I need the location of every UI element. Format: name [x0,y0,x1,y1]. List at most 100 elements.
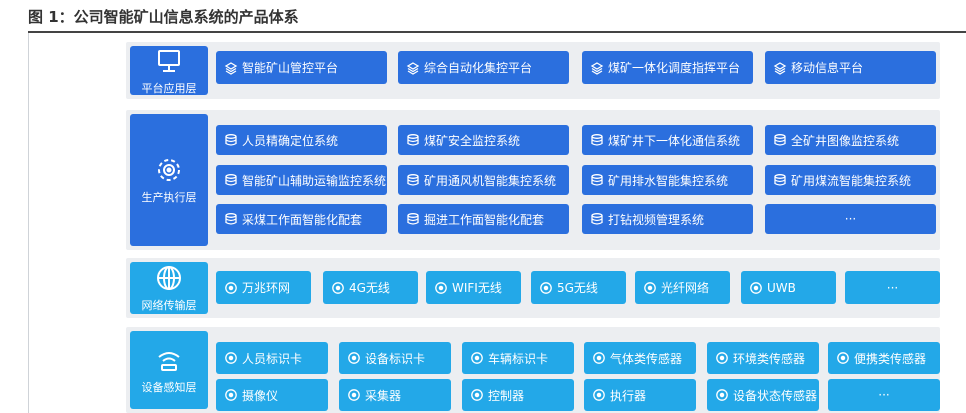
layers-icon [590,61,608,75]
item-label: 综合自动化集控平台 [424,61,533,75]
layer-label-text: 网络传输层 [141,299,197,312]
system-item: ··· [828,379,940,411]
wifi-sensor-icon [154,345,184,375]
item-label: 设备状态传感器 [733,388,818,403]
item-label: 采集器 [365,388,402,403]
system-item: 车辆标识卡 [462,342,574,374]
item-label: 煤矿井下一体化通信系统 [608,133,741,148]
item-label: 车辆标识卡 [488,351,549,366]
item-label: 执行器 [610,388,647,403]
item-label: 气体类传感器 [610,351,683,366]
item-label: 便携类传感器 [854,351,927,366]
network-icon [331,281,349,295]
network-icon [434,281,452,295]
system-item: 人员精确定位系统 [216,125,387,155]
item-label: 智能矿山辅助运输监控系统 [242,173,387,188]
item-label: 矿用通风机智能集控系统 [424,173,557,188]
more-ellipsis: ··· [878,388,890,402]
layer-label-text: 设备感知层 [141,381,197,394]
network-icon [224,281,242,295]
layer-panel: 平台应用层 智能矿山管控平台 综合自动化集控平台 煤矿一体化调度指挥平台 移动信息平台 [126,42,940,99]
item-label: 移动信息平台 [791,61,864,75]
item-label: 采煤工作面智能化配套 [242,212,363,227]
item-label: 打钻视频管理系统 [608,212,705,227]
system-item: 便携类传感器 [828,342,940,374]
item-label: 煤矿一体化调度指挥平台 [608,61,741,75]
database-icon [406,173,424,187]
database-icon [406,133,424,147]
item-label: 矿用排水智能集控系统 [608,173,729,188]
sensor-icon [470,388,488,402]
system-item: 掘进工作面智能化配套 [398,204,569,234]
database-icon [773,133,791,147]
database-icon [224,212,242,226]
item-label: UWB [767,280,796,295]
left-border [28,33,29,413]
database-icon [590,212,608,226]
more-ellipsis: ··· [844,212,857,226]
layers-icon [224,61,242,75]
layer-label-text: 生产执行层 [141,191,197,204]
database-icon [406,212,424,226]
system-item: 设备标识卡 [339,342,451,374]
system-item: 煤矿井下一体化通信系统 [582,125,753,155]
layer-label: 设备感知层 [130,331,208,409]
system-item: 采集器 [339,379,451,411]
database-icon [224,173,242,187]
layers-icon [773,61,791,75]
system-item: 设备状态传感器 [707,379,819,411]
sensor-icon [592,388,610,402]
item-label: 矿用煤流智能集控系统 [791,173,912,188]
layer-label: 生产执行层 [130,114,208,246]
system-item: 环境类传感器 [707,342,819,374]
layer-panel: 网络传输层 万兆环网 4G无线 WIFI无线 5G无线 光纤网络 UWB ··· [126,258,940,318]
system-item: 气体类传感器 [584,342,696,374]
sensor-icon [836,351,854,365]
system-item: 执行器 [584,379,696,411]
item-label: 全矿井图像监控系统 [791,133,900,148]
system-item: 4G无线 [323,271,418,304]
more-ellipsis: ··· [886,280,899,295]
system-item: 光纤网络 [635,271,730,304]
gear-settings-icon [154,155,184,185]
title-divider [28,31,966,33]
item-label: 人员精确定位系统 [242,133,339,148]
system-item: 综合自动化集控平台 [398,51,569,84]
sensor-icon [715,351,733,365]
sensor-icon [715,388,733,402]
item-label: 掘进工作面智能化配套 [424,212,545,227]
sensor-icon [347,351,365,365]
item-label: WIFI无线 [452,281,502,295]
sensor-icon [592,351,610,365]
system-item: 打钻视频管理系统 [582,204,753,234]
item-label: 人员标识卡 [242,351,303,366]
layer-label-text: 平台应用层 [141,81,197,95]
network-icon [643,281,661,295]
system-item: 万兆环网 [216,271,311,304]
layer-label: 平台应用层 [130,46,208,95]
database-icon [590,173,608,187]
network-icon [539,281,557,295]
system-item: ··· [765,204,936,234]
system-item: 矿用通风机智能集控系统 [398,165,569,195]
system-item: 煤矿一体化调度指挥平台 [582,51,753,84]
system-item: 控制器 [462,379,574,411]
monitor-icon [154,46,184,76]
system-item: 煤矿安全监控系统 [398,125,569,155]
system-item: 人员标识卡 [216,342,328,374]
network-icon [749,281,767,295]
system-item: 5G无线 [531,271,626,304]
globe-icon [154,263,184,293]
item-label: 煤矿安全监控系统 [424,133,521,148]
system-item: 移动信息平台 [765,51,936,84]
system-item: WIFI无线 [426,271,521,304]
system-item: UWB [741,271,836,304]
item-label: 光纤网络 [661,281,710,295]
system-item: 全矿井图像监控系统 [765,125,936,155]
figure-title: 图 1：公司智能矿山信息系统的产品体系 [28,8,299,26]
item-label: 万兆环网 [242,281,291,295]
sensor-icon [470,351,488,365]
layer-label: 网络传输层 [130,262,208,314]
layer-panel: 设备感知层 人员标识卡 设备标识卡 车辆标识卡 气体类传感器 环境类传感器 便携类传感器 摄像… [126,327,940,413]
sensor-icon [224,388,242,402]
